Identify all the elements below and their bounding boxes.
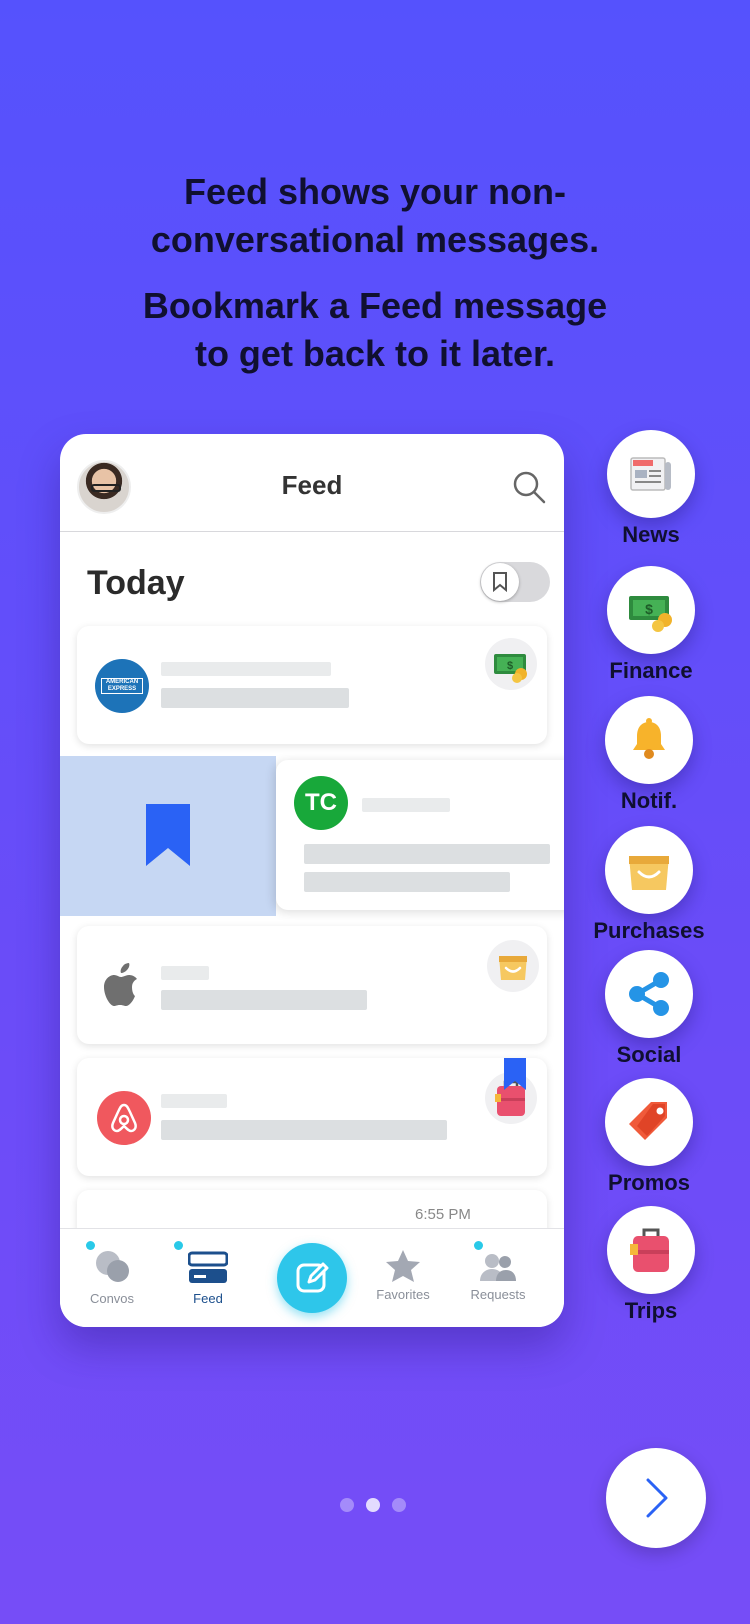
intro-subheading: Bookmark a Feed message to get back to i…: [0, 282, 750, 378]
category-label: News: [622, 522, 680, 547]
feed-item[interactable]: AMERICAN EXPRESS $: [77, 626, 547, 744]
share-icon: [629, 972, 669, 1016]
tab-requests[interactable]: Requests: [458, 1229, 538, 1327]
svg-text:$: $: [645, 601, 653, 617]
category-label: Trips: [624, 1298, 678, 1323]
chat-bubbles-icon: [96, 1251, 129, 1282]
section-title: Today: [87, 564, 185, 602]
category-social: Social: [584, 950, 714, 1068]
tab-feed[interactable]: Feed: [168, 1229, 248, 1327]
feed-item[interactable]: TC: [276, 760, 564, 910]
page-dot[interactable]: [366, 1498, 380, 1512]
intro-heading: Feed shows your non- conversational mess…: [0, 168, 750, 264]
bell-icon: [633, 718, 665, 759]
intro-line-4: to get back to it later.: [194, 333, 556, 374]
purchases-icon: [487, 940, 539, 992]
bookmark-icon: [504, 1058, 526, 1090]
category-news: News: [586, 430, 716, 548]
category-purchases: Purchases: [584, 826, 714, 944]
airbnb-logo: [97, 1091, 151, 1145]
search-icon[interactable]: [512, 470, 546, 504]
sender-placeholder: [161, 662, 331, 676]
unread-dot: [174, 1241, 183, 1250]
feed-header: Feed: [60, 434, 564, 532]
bookmark-icon: [146, 804, 190, 866]
subject-placeholder: [161, 990, 367, 1010]
category-trips: Trips: [586, 1206, 716, 1324]
feed-icon: [188, 1251, 228, 1283]
bookmark-filter-toggle[interactable]: [480, 562, 550, 602]
feed-item[interactable]: [77, 926, 547, 1044]
tab-label: Favorites: [376, 1287, 430, 1302]
tab-convos[interactable]: Convos: [72, 1229, 152, 1327]
compose-icon: [296, 1262, 329, 1293]
category-label: Promos: [608, 1170, 690, 1195]
suitcase-icon: [630, 1228, 669, 1272]
category-label: Notif.: [620, 788, 678, 813]
news-icon: [630, 457, 671, 491]
tab-label: Requests: [470, 1287, 526, 1302]
page-indicator: [340, 1498, 418, 1517]
finance-icon: $: [629, 596, 672, 632]
star-icon: [386, 1250, 420, 1282]
sender-placeholder: [161, 1094, 227, 1108]
compose-button[interactable]: [277, 1243, 347, 1313]
chevron-right-icon: [646, 1478, 668, 1518]
page-dot[interactable]: [340, 1498, 354, 1512]
category-label: Social: [616, 1042, 682, 1067]
intro-line-2: conversational messages.: [150, 219, 600, 260]
finance-icon: $: [485, 638, 537, 690]
bookmark-swipe-action[interactable]: [60, 756, 276, 916]
message-time: 6:55 PM: [415, 1206, 471, 1223]
tab-bar: Convos Feed Favorites Requests: [60, 1228, 564, 1327]
techcrunch-logo: TC: [294, 776, 348, 830]
category-label: Finance: [609, 658, 693, 683]
sender-placeholder: [161, 966, 209, 980]
bookmark-icon: [493, 572, 507, 592]
feed-preview: Feed Today AMERICAN EXPRESS $ TC 6:55 PM…: [60, 434, 564, 1327]
shopping-bag-icon: [629, 856, 669, 890]
category-promos: Promos: [584, 1078, 714, 1196]
feed-title: Feed: [281, 470, 343, 500]
preview-placeholder: [304, 872, 510, 892]
category-notifications: Notif.: [584, 696, 714, 814]
category-label: Purchases: [593, 918, 705, 943]
intro-line-1: Feed shows your non-: [183, 171, 567, 212]
apple-logo: [104, 963, 137, 1006]
next-button[interactable]: [606, 1448, 706, 1548]
tab-favorites[interactable]: Favorites: [363, 1229, 443, 1327]
svg-text:$: $: [507, 660, 513, 672]
sender-placeholder: [362, 798, 450, 812]
subject-placeholder: [304, 844, 550, 864]
american-express-logo: AMERICAN EXPRESS: [95, 659, 149, 713]
tab-label: Convos: [89, 1291, 135, 1306]
tag-icon: [629, 1102, 667, 1140]
people-icon: [480, 1254, 516, 1281]
intro-line-3: Bookmark a Feed message: [142, 285, 608, 326]
feed-item[interactable]: [77, 1058, 547, 1176]
subject-placeholder: [161, 688, 349, 708]
subject-placeholder: [161, 1120, 447, 1140]
tab-label: Feed: [193, 1291, 223, 1306]
page-dot[interactable]: [392, 1498, 406, 1512]
category-finance: $ Finance: [586, 566, 716, 684]
